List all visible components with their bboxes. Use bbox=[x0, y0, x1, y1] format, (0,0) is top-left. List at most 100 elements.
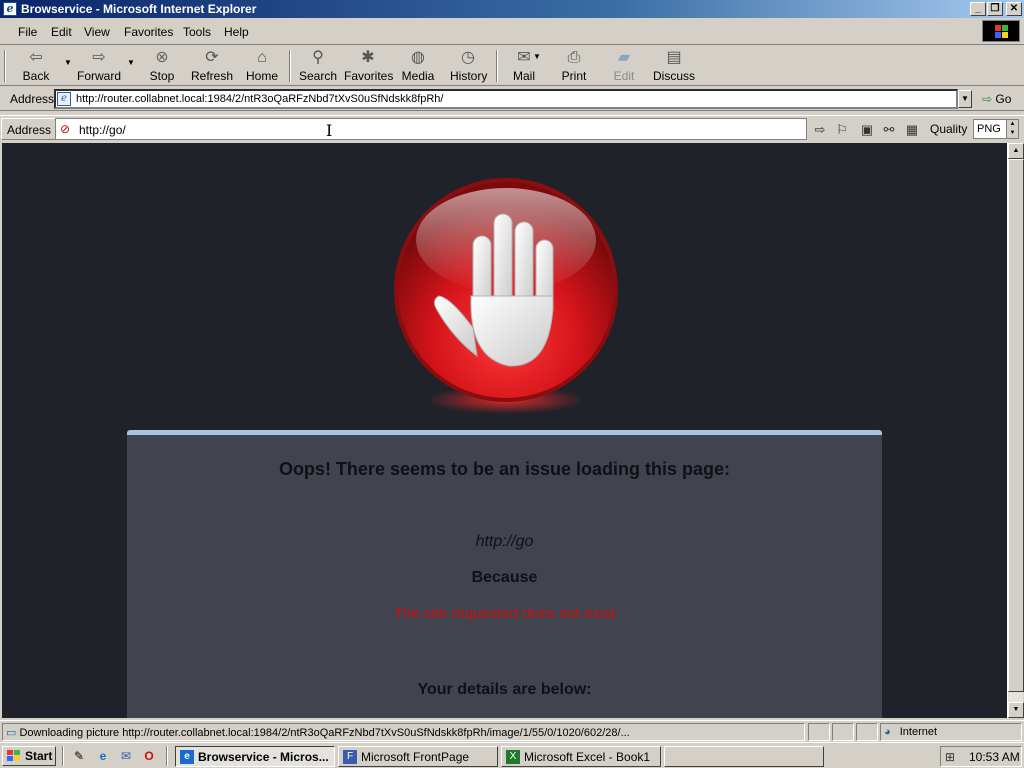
scroll-up-icon[interactable]: ▲ bbox=[1008, 143, 1024, 159]
status-pane bbox=[808, 723, 830, 741]
details-heading: Your details are below: bbox=[417, 681, 592, 698]
quality-spinner[interactable]: ▲ ▼ bbox=[1006, 120, 1018, 138]
browservice-address-input[interactable]: http://go/ bbox=[55, 118, 807, 140]
menu-file[interactable]: File bbox=[18, 25, 37, 39]
task-excel[interactable]: X Microsoft Excel - Book1 bbox=[501, 746, 661, 767]
search-button[interactable]: ⚲ Search bbox=[298, 48, 338, 84]
discuss-icon: ▤ bbox=[666, 49, 682, 66]
network-icon[interactable]: ⊞ bbox=[945, 750, 955, 764]
stop-hand-icon bbox=[391, 178, 621, 418]
edit-button[interactable]: ▰ Edit bbox=[608, 48, 640, 84]
favorites-icon: ✱ bbox=[361, 49, 375, 66]
favorites-button[interactable]: ✱ Favorites bbox=[344, 48, 393, 84]
title-bar[interactable]: e Browservice - Microsoft Internet Explo… bbox=[0, 0, 1024, 18]
task-frontpage[interactable]: F Microsoft FrontPage bbox=[338, 746, 498, 767]
not-secure-icon: ⊘ bbox=[60, 122, 71, 136]
media-button[interactable]: ◍ Media bbox=[400, 48, 436, 84]
printer-icon: ⎙ bbox=[567, 49, 581, 66]
task-empty[interactable] bbox=[664, 746, 824, 767]
standard-toolbar: ⇦ Back ▼ ⇨ Forward ▼ ⊗ Stop ⟳ Refresh ⌂ … bbox=[0, 46, 1024, 86]
menu-favorites[interactable]: Favorites bbox=[124, 25, 173, 39]
task-browservice[interactable]: e Browservice - Micros... bbox=[175, 746, 335, 767]
back-button[interactable]: ⇦ Back bbox=[16, 48, 56, 84]
clock[interactable]: 10:53 AM bbox=[969, 750, 1020, 764]
go-arrow-icon: ⇨ bbox=[982, 92, 993, 106]
ie-address-bar: Address http://router.collabnet.local:19… bbox=[0, 87, 1024, 111]
address-dropdown-button[interactable]: ▼ bbox=[958, 90, 972, 108]
frontpage-icon: F bbox=[343, 750, 357, 764]
forward-button[interactable]: ⇨ Forward bbox=[76, 48, 122, 84]
back-arrow-icon: ⇦ bbox=[29, 49, 43, 66]
edit-label: Edit bbox=[613, 69, 635, 83]
mail-label: Mail bbox=[512, 69, 535, 83]
error-url: http://go bbox=[475, 533, 534, 550]
go-button[interactable]: ⇨ Go bbox=[982, 92, 1011, 106]
back-dropdown-icon[interactable]: ▼ bbox=[64, 58, 72, 67]
stop-button[interactable]: ⊗ Stop bbox=[146, 48, 178, 84]
menu-bar: File Edit View Favorites Tools Help bbox=[0, 18, 1024, 45]
opera-icon[interactable]: O bbox=[141, 748, 157, 764]
home-label: Home bbox=[245, 69, 278, 83]
quality-label: Quality bbox=[930, 122, 968, 136]
ie-icon[interactable]: e bbox=[3, 2, 17, 16]
restore-button[interactable]: ❐ bbox=[987, 2, 1003, 16]
toolbar-separator bbox=[289, 50, 291, 82]
error-panel: Oops! There seems to be an issue loading… bbox=[127, 430, 882, 718]
go-label: Go bbox=[995, 92, 1012, 106]
print-button[interactable]: ⎙ Print bbox=[558, 48, 590, 84]
page-viewport[interactable]: Oops! There seems to be an issue loading… bbox=[2, 143, 1007, 718]
show-desktop-icon[interactable]: ✎ bbox=[71, 748, 87, 764]
search-label: Search bbox=[298, 69, 338, 83]
address-label: Address bbox=[10, 92, 55, 106]
scroll-down-icon[interactable]: ▼ bbox=[1008, 702, 1024, 718]
home-button[interactable]: ⌂ Home bbox=[244, 48, 280, 84]
excel-icon: X bbox=[506, 750, 520, 764]
mail-dropdown-icon[interactable]: ▼ bbox=[533, 52, 541, 61]
forward-dropdown-icon[interactable]: ▼ bbox=[127, 58, 135, 67]
ie-task-icon: e bbox=[180, 750, 194, 764]
menu-view[interactable]: View bbox=[84, 25, 110, 39]
refresh-button[interactable]: ⟳ Refresh bbox=[190, 48, 234, 84]
system-tray: ⊞ 10:53 AM bbox=[940, 746, 1022, 767]
page-icon: e bbox=[57, 92, 71, 106]
scroll-thumb[interactable] bbox=[1008, 159, 1024, 692]
history-label: History bbox=[450, 69, 488, 83]
page-loading-icon: ▭ bbox=[6, 727, 17, 739]
stop-icon: ⊗ bbox=[155, 49, 169, 66]
history-button[interactable]: ◷ History bbox=[450, 48, 488, 84]
clipboard-icon[interactable]: ▦ bbox=[903, 121, 921, 139]
quality-select[interactable]: PNG ▲ ▼ bbox=[973, 119, 1019, 139]
media-icon: ◍ bbox=[411, 49, 425, 66]
minimize-button[interactable]: _ bbox=[970, 2, 986, 16]
taskbar-separator bbox=[166, 746, 168, 766]
task-label: Browservice - Micros... bbox=[198, 750, 329, 764]
address-input[interactable]: http://router.collabnet.local:1984/2/ntR… bbox=[54, 89, 958, 109]
vertical-scrollbar[interactable]: ▲ ▼ bbox=[1007, 143, 1024, 718]
task-label: Microsoft FrontPage bbox=[361, 750, 470, 764]
task-label: Microsoft Excel - Book1 bbox=[524, 750, 651, 764]
forward-label: Forward bbox=[76, 69, 121, 83]
menu-help[interactable]: Help bbox=[224, 25, 249, 39]
discuss-button[interactable]: ▤ Discuss bbox=[652, 48, 696, 84]
menu-edit[interactable]: Edit bbox=[51, 25, 72, 39]
bookmark-icon[interactable]: ⚐ bbox=[833, 121, 851, 139]
media-label: Media bbox=[401, 69, 435, 83]
print-label: Print bbox=[561, 69, 587, 83]
taskbar-separator bbox=[62, 746, 64, 766]
find-in-page-icon[interactable]: ▣ bbox=[858, 121, 876, 139]
outlook-express-icon[interactable]: ✉ bbox=[118, 748, 134, 764]
window-title: Browservice - Microsoft Internet Explore… bbox=[21, 2, 257, 16]
go-arrow-icon[interactable]: ⇨ bbox=[811, 121, 829, 139]
close-button[interactable]: ✕ bbox=[1006, 2, 1022, 16]
binoculars-icon[interactable]: ⚯ bbox=[880, 121, 898, 139]
internet-explorer-icon[interactable]: e bbox=[95, 748, 111, 764]
globe-icon: ◕ bbox=[884, 726, 891, 738]
menu-tools[interactable]: Tools bbox=[183, 25, 211, 39]
browservice-control-bar: Address http://go/ ⊘ I ⇨ ⚐ ▣ ⚯ ▦ Quality… bbox=[0, 115, 1024, 141]
error-heading: Oops! There seems to be an issue loading… bbox=[278, 459, 731, 479]
edit-icon: ▰ bbox=[617, 49, 631, 66]
error-reason: The site requested does not exist bbox=[394, 605, 615, 622]
start-button[interactable]: Start bbox=[2, 746, 56, 766]
forward-arrow-icon: ⇨ bbox=[92, 49, 106, 66]
quality-value: PNG bbox=[977, 123, 1001, 135]
